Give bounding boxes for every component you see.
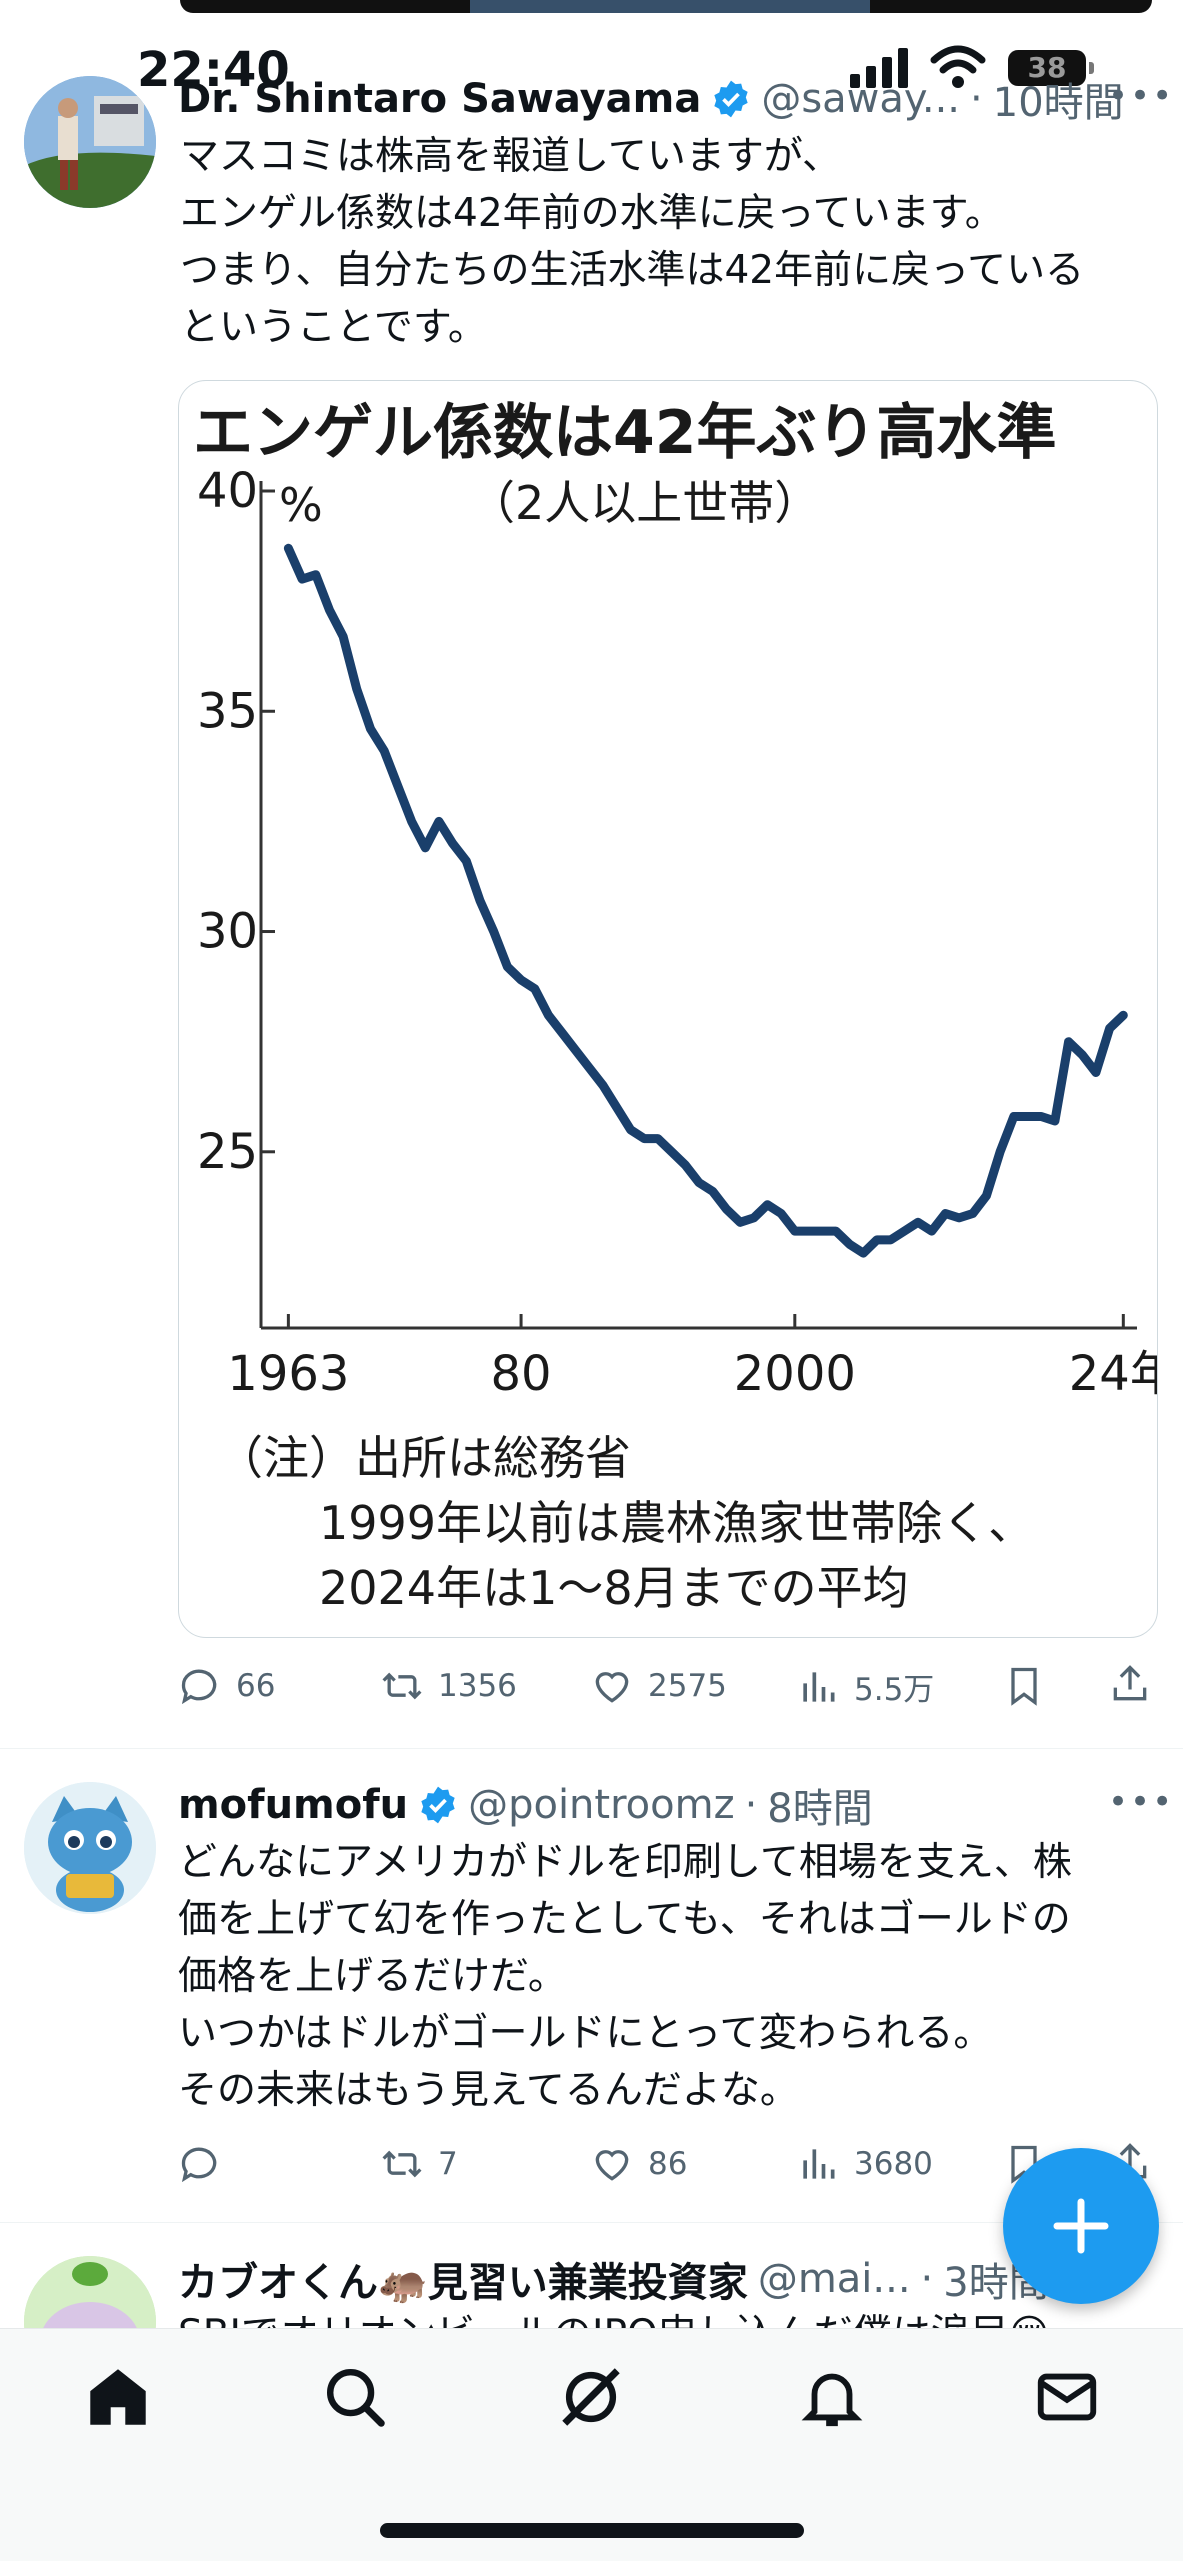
y-tick-label: 40 — [197, 463, 258, 519]
plus-icon — [1053, 2198, 1109, 2254]
views-button[interactable]: 3680 — [796, 2142, 933, 2186]
avatar[interactable] — [24, 1782, 156, 1914]
retweet-icon — [382, 2150, 422, 2178]
tweet-text: どんなにアメリカがドルを印刷して相場を支え、株 価を上げて幻を作ったとしても、そ… — [178, 1840, 1072, 2113]
x-tick-label: 1963 — [227, 1346, 349, 1402]
retweet-icon — [382, 1672, 422, 1700]
reply-button[interactable]: 66 — [178, 1664, 275, 1708]
avatar-photo — [24, 76, 156, 208]
tweet-timestamp[interactable]: 10時間 — [993, 70, 1124, 128]
analytics-icon — [803, 1671, 835, 1702]
user-handle[interactable]: @saway... — [761, 76, 960, 122]
like-count: 2575 — [648, 1668, 727, 1704]
x-tick-label: 80 — [491, 1346, 552, 1402]
tweet-3-header: カブオくん🦛見習い兼業投資家 @mai... · 3時間 — [178, 2250, 1049, 2308]
reply-icon — [181, 2147, 217, 2183]
chart-subtitle: （2人以上世帯） — [469, 476, 820, 530]
y-tick-label: 35 — [197, 683, 258, 739]
analytics-icon — [803, 2149, 835, 2179]
y-axis-unit: % — [279, 478, 323, 532]
like-button[interactable]: 86 — [590, 2142, 687, 2186]
tweet-text: SBIでオリオンビールのIPO申し込んだ僕は涙目😢 — [178, 2306, 1148, 2330]
chart-image-card[interactable]: エンゲル係数は42年ぶり高水準 （2人以上世帯） % 40 35 30 25 1963 8… — [178, 380, 1158, 1638]
heart-icon — [595, 1672, 629, 1703]
avatar[interactable] — [24, 76, 156, 208]
notifications-bell-icon[interactable] — [797, 2362, 867, 2432]
reply-count: 66 — [236, 1668, 276, 1704]
display-name[interactable]: Dr. Shintaro Sawayama — [178, 76, 701, 122]
verified-badge-icon — [421, 1786, 455, 1824]
retweet-count: 7 — [438, 2146, 458, 2182]
like-button[interactable]: 2575 — [590, 1664, 727, 1708]
x-tick-label: 24年 — [1069, 1346, 1157, 1402]
engel-coefficient-chart: エンゲル係数は42年ぶり高水準 （2人以上世帯） % 40 35 30 25 1963 8… — [193, 398, 1157, 1615]
y-tick-label: 30 — [197, 904, 258, 960]
share-icon[interactable] — [1108, 1662, 1152, 1706]
user-handle[interactable]: @mai... — [758, 2256, 911, 2302]
tweet-divider — [0, 1748, 1183, 1749]
reply-button[interactable] — [178, 2142, 236, 2186]
compose-tweet-button[interactable] — [1003, 2148, 1159, 2304]
home-indicator — [380, 2523, 804, 2538]
grok-icon[interactable] — [556, 2362, 626, 2432]
home-icon[interactable] — [83, 2362, 153, 2432]
reply-icon — [181, 1669, 217, 1705]
view-count: 3680 — [854, 2146, 933, 2182]
tweet-timestamp[interactable]: 8時間 — [767, 1776, 872, 1834]
top-image-edge — [470, 0, 870, 13]
more-options-icon[interactable]: ••• — [1108, 1782, 1174, 1822]
separator-dot: · — [744, 1782, 758, 1828]
views-button[interactable]: 5.5万 — [796, 1664, 934, 1709]
x-tick-label: 2000 — [734, 1346, 856, 1402]
user-handle[interactable]: @pointroomz — [468, 1782, 734, 1828]
bookmark-icon[interactable] — [1002, 1664, 1046, 1708]
retweet-button[interactable]: 7 — [380, 2142, 458, 2186]
series-line — [283, 543, 1128, 1258]
verified-badge-icon — [714, 80, 748, 118]
chart-note-1999: 1999年以前は農林漁家世帯除く、 — [319, 1496, 1034, 1550]
tweet-1-header: Dr. Shintaro Sawayama @saway... · 10時間 — [178, 70, 1124, 128]
chart-title: エンゲル係数は42年ぶり高水準 — [193, 398, 1057, 468]
like-count: 86 — [648, 2146, 688, 2182]
separator-dot: · — [970, 76, 983, 122]
display-name[interactable]: mofumofu — [178, 1782, 408, 1828]
cat-avatar-image — [24, 1782, 156, 1914]
heart-icon — [595, 2150, 629, 2181]
retweet-count: 1356 — [438, 1668, 517, 1704]
separator-dot: · — [920, 2256, 934, 2302]
more-options-icon[interactable]: ••• — [1108, 76, 1174, 116]
retweet-button[interactable]: 1356 — [380, 1664, 517, 1708]
y-tick-label: 25 — [197, 1124, 258, 1180]
display-name[interactable]: カブオくん🦛見習い兼業投資家 — [178, 2250, 748, 2308]
tweet-2-header: mofumofu @pointroomz · 8時間 — [178, 1776, 873, 1834]
chart-note-2024: 2024年は1〜8月までの平均 — [319, 1561, 909, 1615]
tweet-text: マスコミは株高を報道していますが、 エンゲル係数は42年前の水準に戻っています。… — [180, 134, 1085, 350]
view-count: 5.5万 — [854, 1672, 935, 1708]
messages-mail-icon[interactable] — [1032, 2362, 1102, 2432]
chart-note-source: （注）出所は総務省 — [217, 1431, 631, 1485]
search-icon[interactable] — [320, 2362, 390, 2432]
